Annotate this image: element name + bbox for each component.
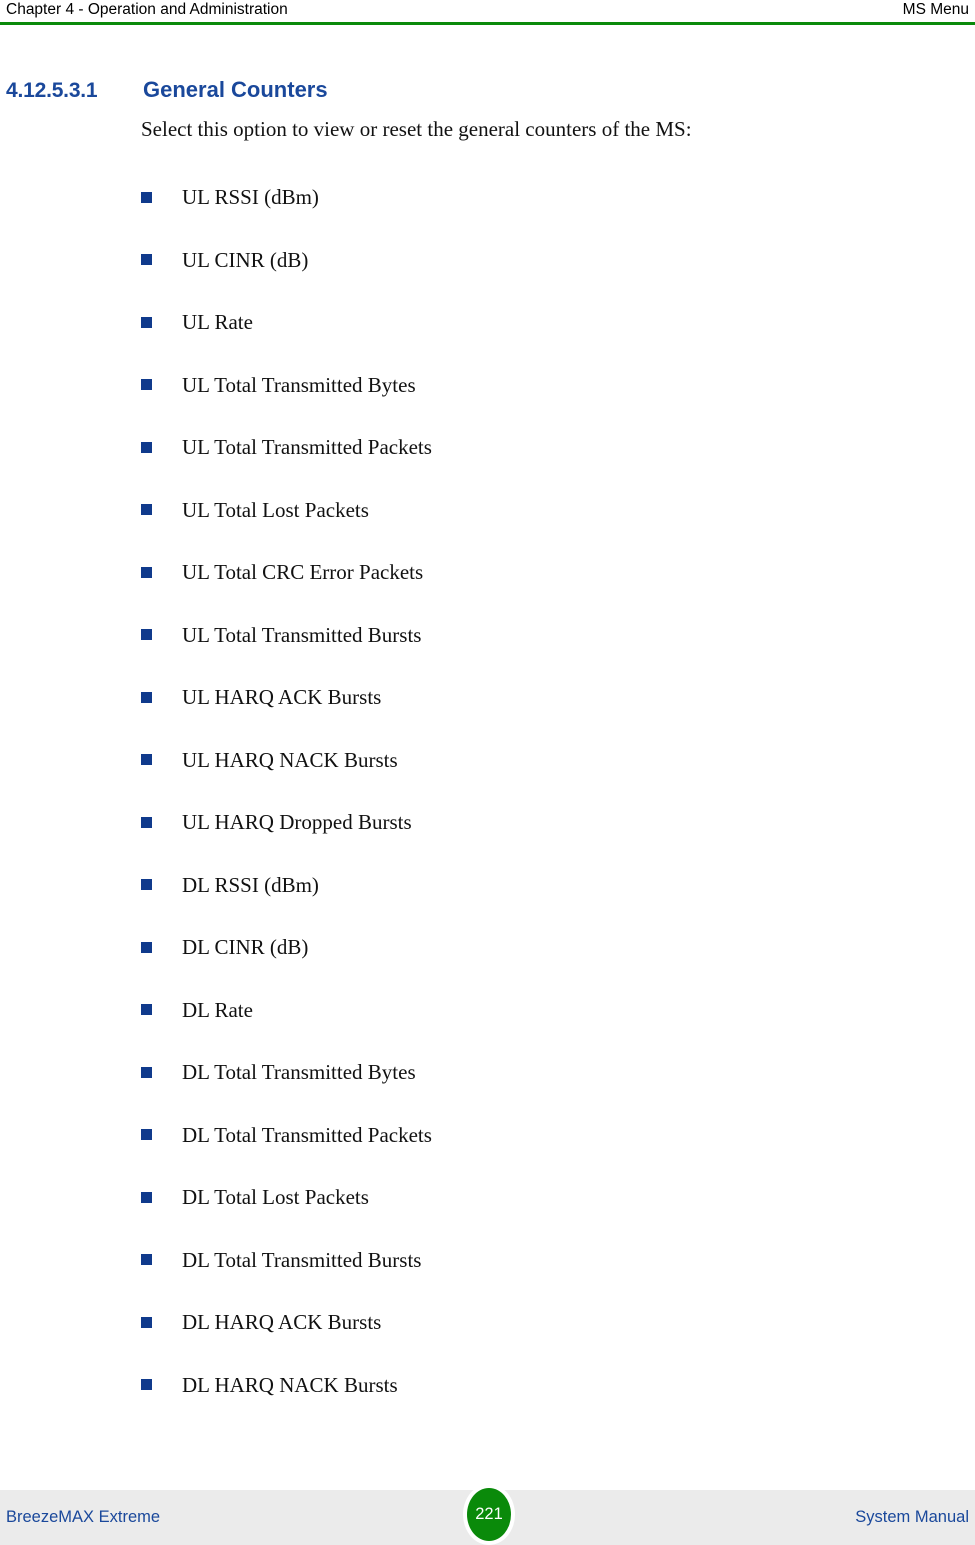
page-number-badge-circle: 221 [467,1488,511,1541]
square-bullet-icon [141,1191,152,1203]
list-item-label: UL RSSI (dBm) [182,185,319,210]
list-item-label: UL HARQ ACK Bursts [182,685,382,710]
list-item-label: DL HARQ NACK Bursts [182,1372,398,1397]
square-bullet-icon [141,379,152,391]
page-header: Chapter 4 - Operation and Administration… [0,0,975,22]
page-number-label: 221 [475,1505,503,1524]
list-item-label: UL Total Transmitted Bytes [182,372,416,397]
list-item-label: UL Total Transmitted Packets [182,435,432,460]
list-item: DL Total Transmitted Bytes [141,1041,975,1104]
square-bullet-icon [141,254,152,266]
list-item-label: DL CINR (dB) [182,935,309,960]
list-item: DL CINR (dB) [141,916,975,979]
list-item-label: DL HARQ ACK Bursts [182,1310,382,1335]
square-bullet-icon [141,1004,152,1016]
list-item: UL Total Transmitted Bursts [141,604,975,667]
list-item: UL Total CRC Error Packets [141,541,975,604]
header-chapter-title: Chapter 4 - Operation and Administration [6,1,288,18]
square-bullet-icon [141,1254,152,1266]
list-item-label: UL HARQ Dropped Bursts [182,810,412,835]
square-bullet-icon [141,691,152,703]
list-item: DL Total Lost Packets [141,1166,975,1229]
list-item-label: UL Total Lost Packets [182,497,369,522]
list-item-label: DL Total Transmitted Packets [182,1122,432,1147]
list-item: UL HARQ Dropped Bursts [141,791,975,854]
square-bullet-icon [141,441,152,453]
list-item-label: UL Total CRC Error Packets [182,560,424,585]
square-bullet-icon [141,316,152,328]
footer-product-name: BreezeMAX Extreme [6,1508,161,1526]
list-item: DL HARQ NACK Bursts [141,1354,975,1417]
square-bullet-icon [141,1066,152,1078]
section-title: General Counters [143,77,328,102]
page-title: 4.12.5.3.1 General Counters [0,77,975,103]
list-item-label: UL Rate [182,310,253,335]
header-section-title: MS Menu [902,1,969,18]
list-item: UL Rate [141,291,975,354]
square-bullet-icon [141,191,152,203]
list-item-label: UL Total Transmitted Bursts [182,622,422,647]
list-item-label: UL CINR (dB) [182,247,309,272]
general-counters-list: UL RSSI (dBm) UL CINR (dB) UL Rate UL To… [0,166,975,1416]
list-item-label: DL Total Transmitted Bytes [182,1060,416,1085]
list-item-label: DL Total Transmitted Bursts [182,1247,422,1272]
square-bullet-icon [141,941,152,953]
page-footer: BreezeMAX Extreme System Manual 221 [0,1484,975,1545]
list-item: UL HARQ NACK Bursts [141,729,975,792]
square-bullet-icon [141,629,152,641]
footer-document-name: System Manual [855,1508,969,1526]
list-item: UL Total Transmitted Packets [141,416,975,479]
page-content: 4.12.5.3.1 General Counters Select this … [0,25,975,1416]
square-bullet-icon [141,504,152,516]
list-item: UL CINR (dB) [141,229,975,292]
list-item-label: DL Total Lost Packets [182,1185,369,1210]
square-bullet-icon [141,566,152,578]
page-number-badge: 221 [463,1484,515,1545]
footer-content: BreezeMAX Extreme System Manual 221 [0,1484,975,1545]
list-item: DL Total Transmitted Packets [141,1104,975,1167]
list-item: DL HARQ ACK Bursts [141,1291,975,1354]
list-item: UL RSSI (dBm) [141,166,975,229]
list-item-label: DL RSSI (dBm) [182,872,319,897]
square-bullet-icon [141,1379,152,1391]
list-item-label: DL Rate [182,997,253,1022]
square-bullet-icon [141,879,152,891]
square-bullet-icon [141,816,152,828]
square-bullet-icon [141,1129,152,1141]
list-item: UL Total Transmitted Bytes [141,354,975,417]
section-intro-text: Select this option to view or reset the … [141,117,692,141]
list-item-label: UL HARQ NACK Bursts [182,747,398,772]
list-item: DL Total Transmitted Bursts [141,1229,975,1292]
list-item: UL Total Lost Packets [141,479,975,542]
list-item: UL HARQ ACK Bursts [141,666,975,729]
section-number: 4.12.5.3.1 [6,79,98,102]
list-item: DL Rate [141,979,975,1042]
square-bullet-icon [141,1316,152,1328]
list-item: DL RSSI (dBm) [141,854,975,917]
square-bullet-icon [141,754,152,766]
